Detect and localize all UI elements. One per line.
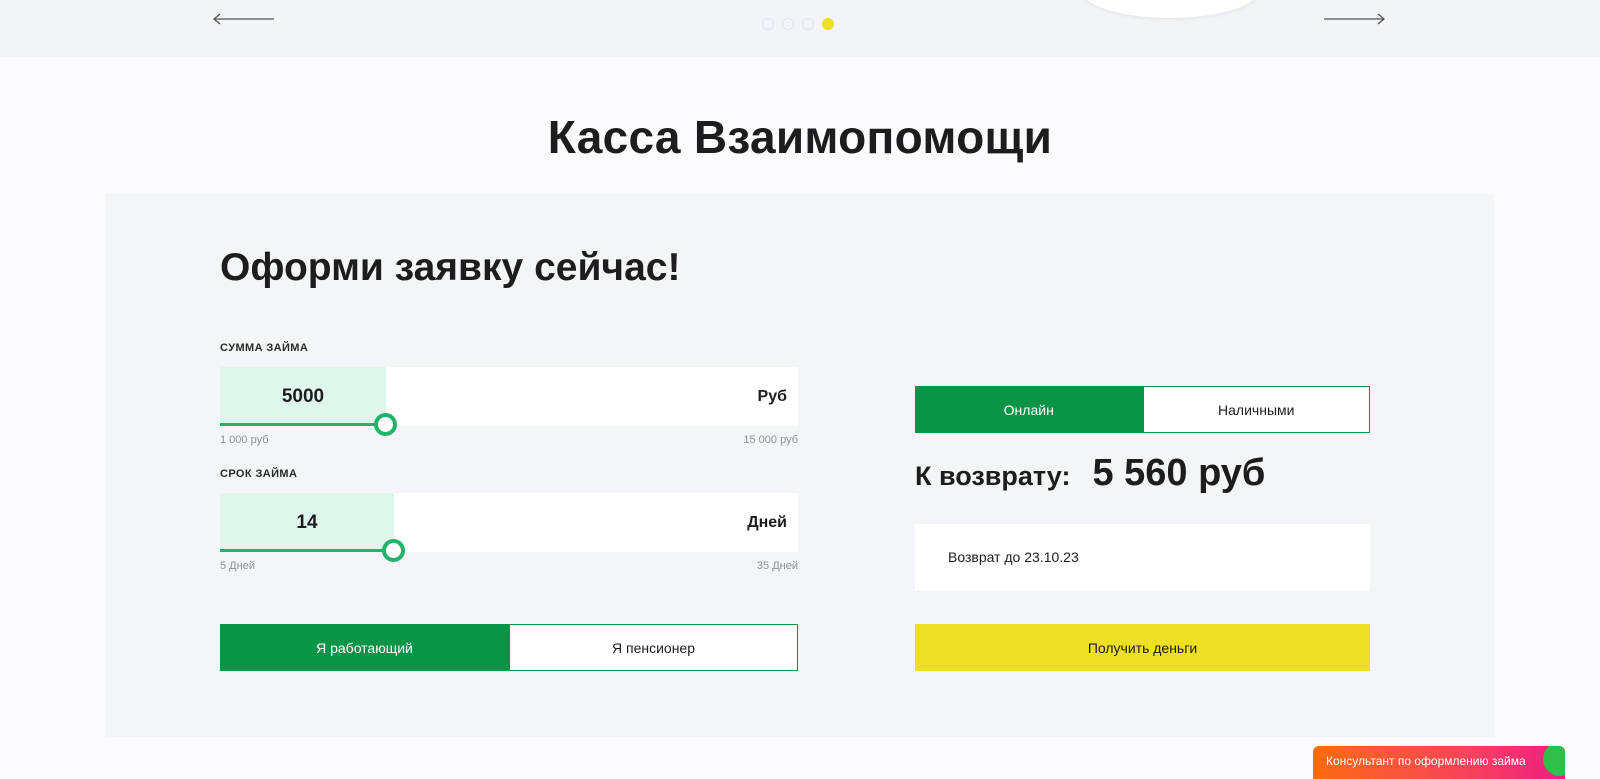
term-slider-handle[interactable] xyxy=(382,539,405,562)
working-option-button[interactable]: Я работающий xyxy=(220,624,509,671)
online-option-button[interactable]: Онлайн xyxy=(915,386,1143,433)
amount-slider-track xyxy=(220,423,386,426)
loan-form-panel: Оформи заявку сейчас! СУММА ЗАЙМА 5000 Р… xyxy=(105,194,1494,737)
slider-prev-button[interactable] xyxy=(212,11,276,27)
employment-status-toggle: Я работающий Я пенсионер xyxy=(220,624,798,671)
arrow-left-icon xyxy=(212,13,274,25)
slider-dot[interactable] xyxy=(762,18,774,30)
get-money-button[interactable]: Получить деньги xyxy=(915,624,1370,671)
page: Касса Взаимопомощи Оформи заявку сейчас!… xyxy=(0,0,1600,779)
term-value[interactable]: 14 xyxy=(220,493,394,552)
term-slider[interactable]: 14 Дней xyxy=(220,493,798,562)
page-title: Касса Взаимопомощи xyxy=(547,111,1053,163)
consultant-status-indicator xyxy=(1543,746,1565,776)
form-heading: Оформи заявку сейчас! xyxy=(220,246,681,289)
return-label: К возврату: xyxy=(915,461,1071,491)
consultant-chat-button[interactable]: Консультант по оформлению займа xyxy=(1313,746,1565,779)
amount-slider[interactable]: 5000 Руб xyxy=(220,367,798,436)
slider-dots xyxy=(762,18,834,30)
term-unit: Дней xyxy=(747,514,787,531)
term-slider-track xyxy=(220,549,394,552)
arrow-right-icon xyxy=(1324,13,1386,25)
slider-next-button[interactable] xyxy=(1322,11,1386,27)
cash-option-button[interactable]: Наличными xyxy=(1142,386,1370,433)
amount-max: 15 000 руб xyxy=(743,434,798,446)
pensioner-option-button[interactable]: Я пенсионер xyxy=(509,624,798,671)
return-amount: 5 560 руб xyxy=(1092,452,1266,494)
term-max: 35 Дней xyxy=(756,560,798,572)
slide-image-edge xyxy=(1080,0,1260,18)
slider-dot-active[interactable] xyxy=(822,18,834,30)
amount-slider-handle[interactable] xyxy=(374,413,397,436)
slider-dot[interactable] xyxy=(782,18,794,30)
amount-unit: Руб xyxy=(757,388,787,405)
consultant-label: Консультант по оформлению займа xyxy=(1326,754,1526,768)
return-summary: К возврату: 5 560 руб xyxy=(915,452,1265,495)
amount-value[interactable]: 5000 xyxy=(220,367,386,426)
slider-dot[interactable] xyxy=(802,18,814,30)
hero-slider-strip xyxy=(0,0,1600,57)
amount-label: СУММА ЗАЙМА xyxy=(220,342,309,354)
payout-method-toggle: Онлайн Наличными xyxy=(915,386,1370,433)
return-date: Возврат до 23.10.23 xyxy=(915,524,1370,591)
term-label: СРОК ЗАЙМА xyxy=(220,468,298,480)
